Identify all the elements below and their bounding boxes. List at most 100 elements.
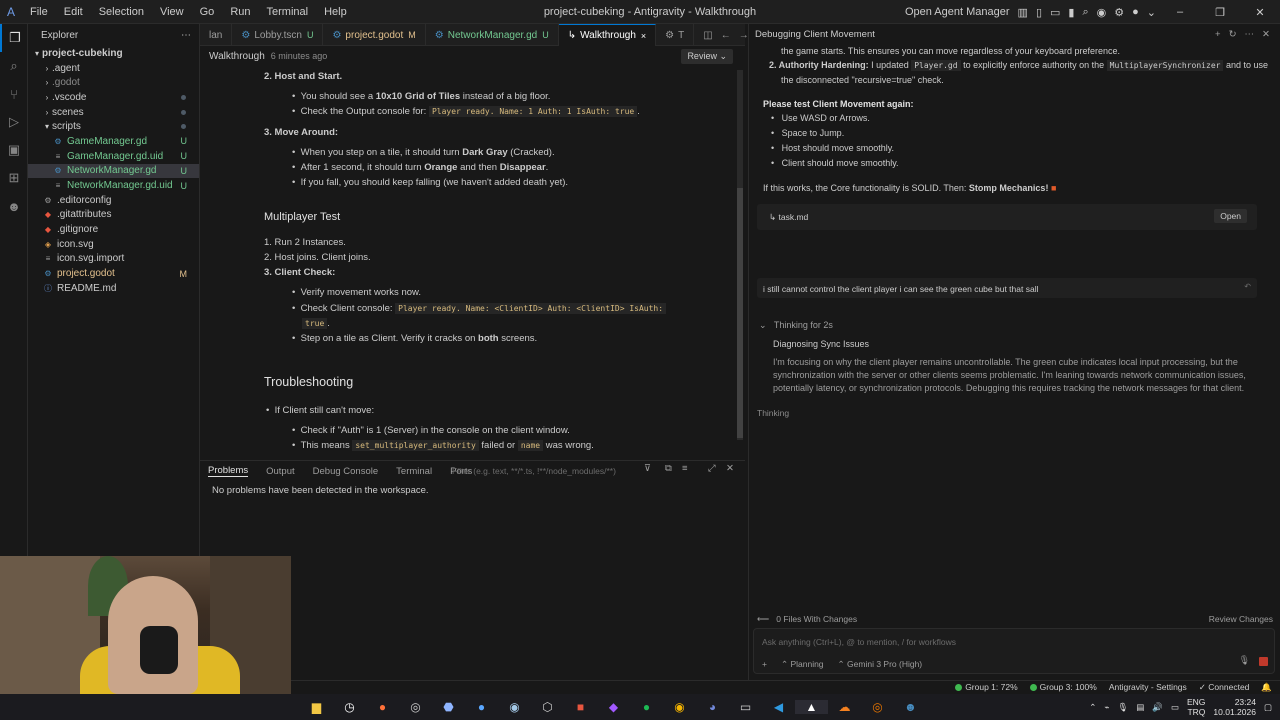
language-indicator[interactable]: ENG TRQ: [1187, 697, 1205, 717]
stop-button[interactable]: [1259, 657, 1268, 666]
extensions-icon[interactable]: ⊞: [0, 164, 28, 192]
notifications-icon[interactable]: 🔔: [1261, 681, 1272, 694]
run-debug-icon[interactable]: ▷: [0, 108, 28, 136]
menu-run[interactable]: Run: [222, 6, 258, 18]
chevron-down-icon[interactable]: ⌄: [1147, 6, 1156, 19]
agent-input[interactable]: Ask anything (Ctrl+L), @ to mention, / f…: [753, 628, 1275, 674]
scrollbar-thumb[interactable]: [737, 188, 743, 438]
tree-item[interactable]: › .godot: [28, 75, 199, 90]
firefox-icon[interactable]: ●: [366, 700, 399, 714]
layout-icon[interactable]: ▥: [1018, 6, 1028, 19]
minimize-button[interactable]: –: [1164, 6, 1196, 18]
usb-icon[interactable]: ⌁: [1104, 702, 1109, 713]
undo-icon[interactable]: ↶: [1244, 282, 1251, 291]
tree-item[interactable]: ⚙ GameManager.gd U: [28, 134, 199, 149]
menu-view[interactable]: View: [152, 6, 192, 18]
tab-output[interactable]: Output: [266, 466, 295, 477]
discord-icon[interactable]: ◕: [696, 700, 729, 714]
menu-edit[interactable]: Edit: [56, 6, 91, 18]
maximize-panel-icon[interactable]: ⤢: [708, 463, 716, 474]
connected-status[interactable]: ✓ Connected: [1199, 681, 1250, 694]
tab-walkthrough[interactable]: ↳ Walkthrough ×: [558, 24, 657, 46]
spotify-icon[interactable]: ●: [630, 700, 663, 714]
signal-icon[interactable]: ●: [465, 700, 498, 714]
tree-item[interactable]: ◆ .gitignore: [28, 222, 199, 237]
tree-item[interactable]: ▾ scripts: [28, 119, 199, 134]
tab-debug-console[interactable]: Debug Console: [313, 466, 379, 477]
tab-t[interactable]: ⚙ T: [656, 24, 695, 46]
notification-center-icon[interactable]: ▢: [1264, 702, 1272, 713]
tree-item[interactable]: ⚙ NetworkManager.gd U: [28, 163, 199, 179]
close-panel-icon[interactable]: ✕: [726, 463, 734, 474]
files-changes-label[interactable]: 0 Files With Changes: [776, 614, 857, 624]
model-dropdown[interactable]: ⌃ Gemini 3 Pro (High): [838, 659, 923, 670]
godot-icon[interactable]: ☻: [0, 192, 28, 220]
tree-item[interactable]: › .vscode: [28, 90, 199, 105]
tab-problems[interactable]: Problems: [208, 465, 249, 477]
filter-icon[interactable]: ⊽: [644, 463, 651, 474]
cloud-icon[interactable]: ☁: [828, 700, 861, 714]
tree-item[interactable]: ◈ icon.svg: [28, 237, 199, 252]
menu-terminal[interactable]: Terminal: [259, 6, 317, 18]
source-control-icon[interactable]: ⑂: [0, 80, 28, 108]
collapse-icon[interactable]: ⧉: [665, 463, 672, 474]
tree-item[interactable]: ⚙ .editorconfig: [28, 193, 199, 208]
more-actions-icon[interactable]: ⋯: [1245, 29, 1255, 40]
app-icon[interactable]: ⬣: [432, 700, 465, 714]
tree-item[interactable]: ◆ .gitattributes: [28, 208, 199, 223]
tree-item[interactable]: ≡ GameManager.gd.uid U: [28, 149, 199, 164]
volume-icon[interactable]: 🔊: [1152, 702, 1163, 713]
chrome-icon[interactable]: ◉: [663, 700, 696, 714]
open-agent-manager-button[interactable]: Open Agent Manager: [905, 6, 1010, 18]
group1-status[interactable]: Group 1: 72%: [955, 681, 1018, 694]
app-red-icon[interactable]: ■: [564, 700, 597, 714]
blender-icon[interactable]: ◎: [861, 700, 894, 714]
settings-status[interactable]: Antigravity - Settings: [1109, 681, 1187, 694]
tab-project-godot[interactable]: ⚙ project.godot M: [323, 24, 426, 46]
list-icon[interactable]: ≡: [682, 463, 688, 474]
microphone-icon[interactable]: 🎙: [1239, 655, 1250, 666]
tree-item[interactable]: ≡ NetworkManager.gd.uid U: [28, 178, 199, 193]
add-context-icon[interactable]: +: [762, 659, 767, 670]
sidebar-toggle-icon[interactable]: ▯: [1036, 6, 1042, 19]
thinking-toggle[interactable]: ⌄ Thinking for 2s: [759, 320, 833, 331]
file-card[interactable]: ↳ task.md Open: [757, 204, 1257, 230]
tree-root[interactable]: ▾ project-cubeking: [28, 46, 199, 61]
secondary-sidebar-icon[interactable]: ▮: [1068, 6, 1074, 19]
tab-lobby[interactable]: ⚙ Lobby.tscn U: [232, 24, 324, 46]
clock-app-icon[interactable]: ◷: [333, 700, 366, 714]
group3-status[interactable]: Group 3: 100%: [1029, 681, 1097, 694]
problems-filter-input[interactable]: Filter (e.g. text, **/*.ts, !**/node_mod…: [452, 464, 652, 478]
new-chat-icon[interactable]: +: [1215, 29, 1221, 40]
review-button[interactable]: Review ⌄: [681, 49, 733, 64]
gear-icon[interactable]: ⚙: [1114, 6, 1124, 19]
editor-scrollbar[interactable]: [737, 70, 743, 440]
history-icon[interactable]: ↻: [1229, 29, 1237, 40]
tree-item[interactable]: ⓘ README.md: [28, 281, 199, 296]
godot-app-icon[interactable]: ☻: [894, 700, 927, 714]
tray-chevron-icon[interactable]: ⌃: [1089, 702, 1096, 713]
search-icon[interactable]: ⌕: [1082, 6, 1088, 19]
steam-icon[interactable]: ◉: [498, 700, 531, 714]
close-tab-icon[interactable]: ×: [641, 31, 646, 41]
remote-icon[interactable]: ▣: [0, 136, 28, 164]
tab-terminal[interactable]: Terminal: [396, 466, 432, 477]
review-changes-button[interactable]: Review Changes: [1209, 614, 1273, 624]
tree-item[interactable]: › .agent: [28, 61, 199, 76]
restore-button[interactable]: ❐: [1204, 6, 1236, 19]
panel-toggle-icon[interactable]: ▭: [1050, 6, 1060, 19]
open-file-button[interactable]: Open: [1214, 209, 1247, 223]
obs-icon[interactable]: ◎: [399, 700, 432, 714]
menu-selection[interactable]: Selection: [91, 6, 152, 18]
unity-icon[interactable]: ⬡: [531, 700, 564, 714]
explorer-icon[interactable]: ❐: [0, 24, 28, 52]
tree-item[interactable]: ≡ icon.svg.import: [28, 252, 199, 267]
tab-lan[interactable]: lan: [200, 24, 233, 46]
planning-mode-dropdown[interactable]: ⌃ Planning: [781, 659, 824, 670]
tree-item[interactable]: › scenes: [28, 105, 199, 120]
terminal-icon[interactable]: ▭: [729, 700, 762, 714]
split-editor-icon[interactable]: ◫: [703, 30, 712, 41]
profile-icon[interactable]: ●: [1132, 6, 1139, 18]
battery-icon[interactable]: ▭: [1171, 702, 1179, 713]
close-window-button[interactable]: ✕: [1244, 6, 1276, 19]
